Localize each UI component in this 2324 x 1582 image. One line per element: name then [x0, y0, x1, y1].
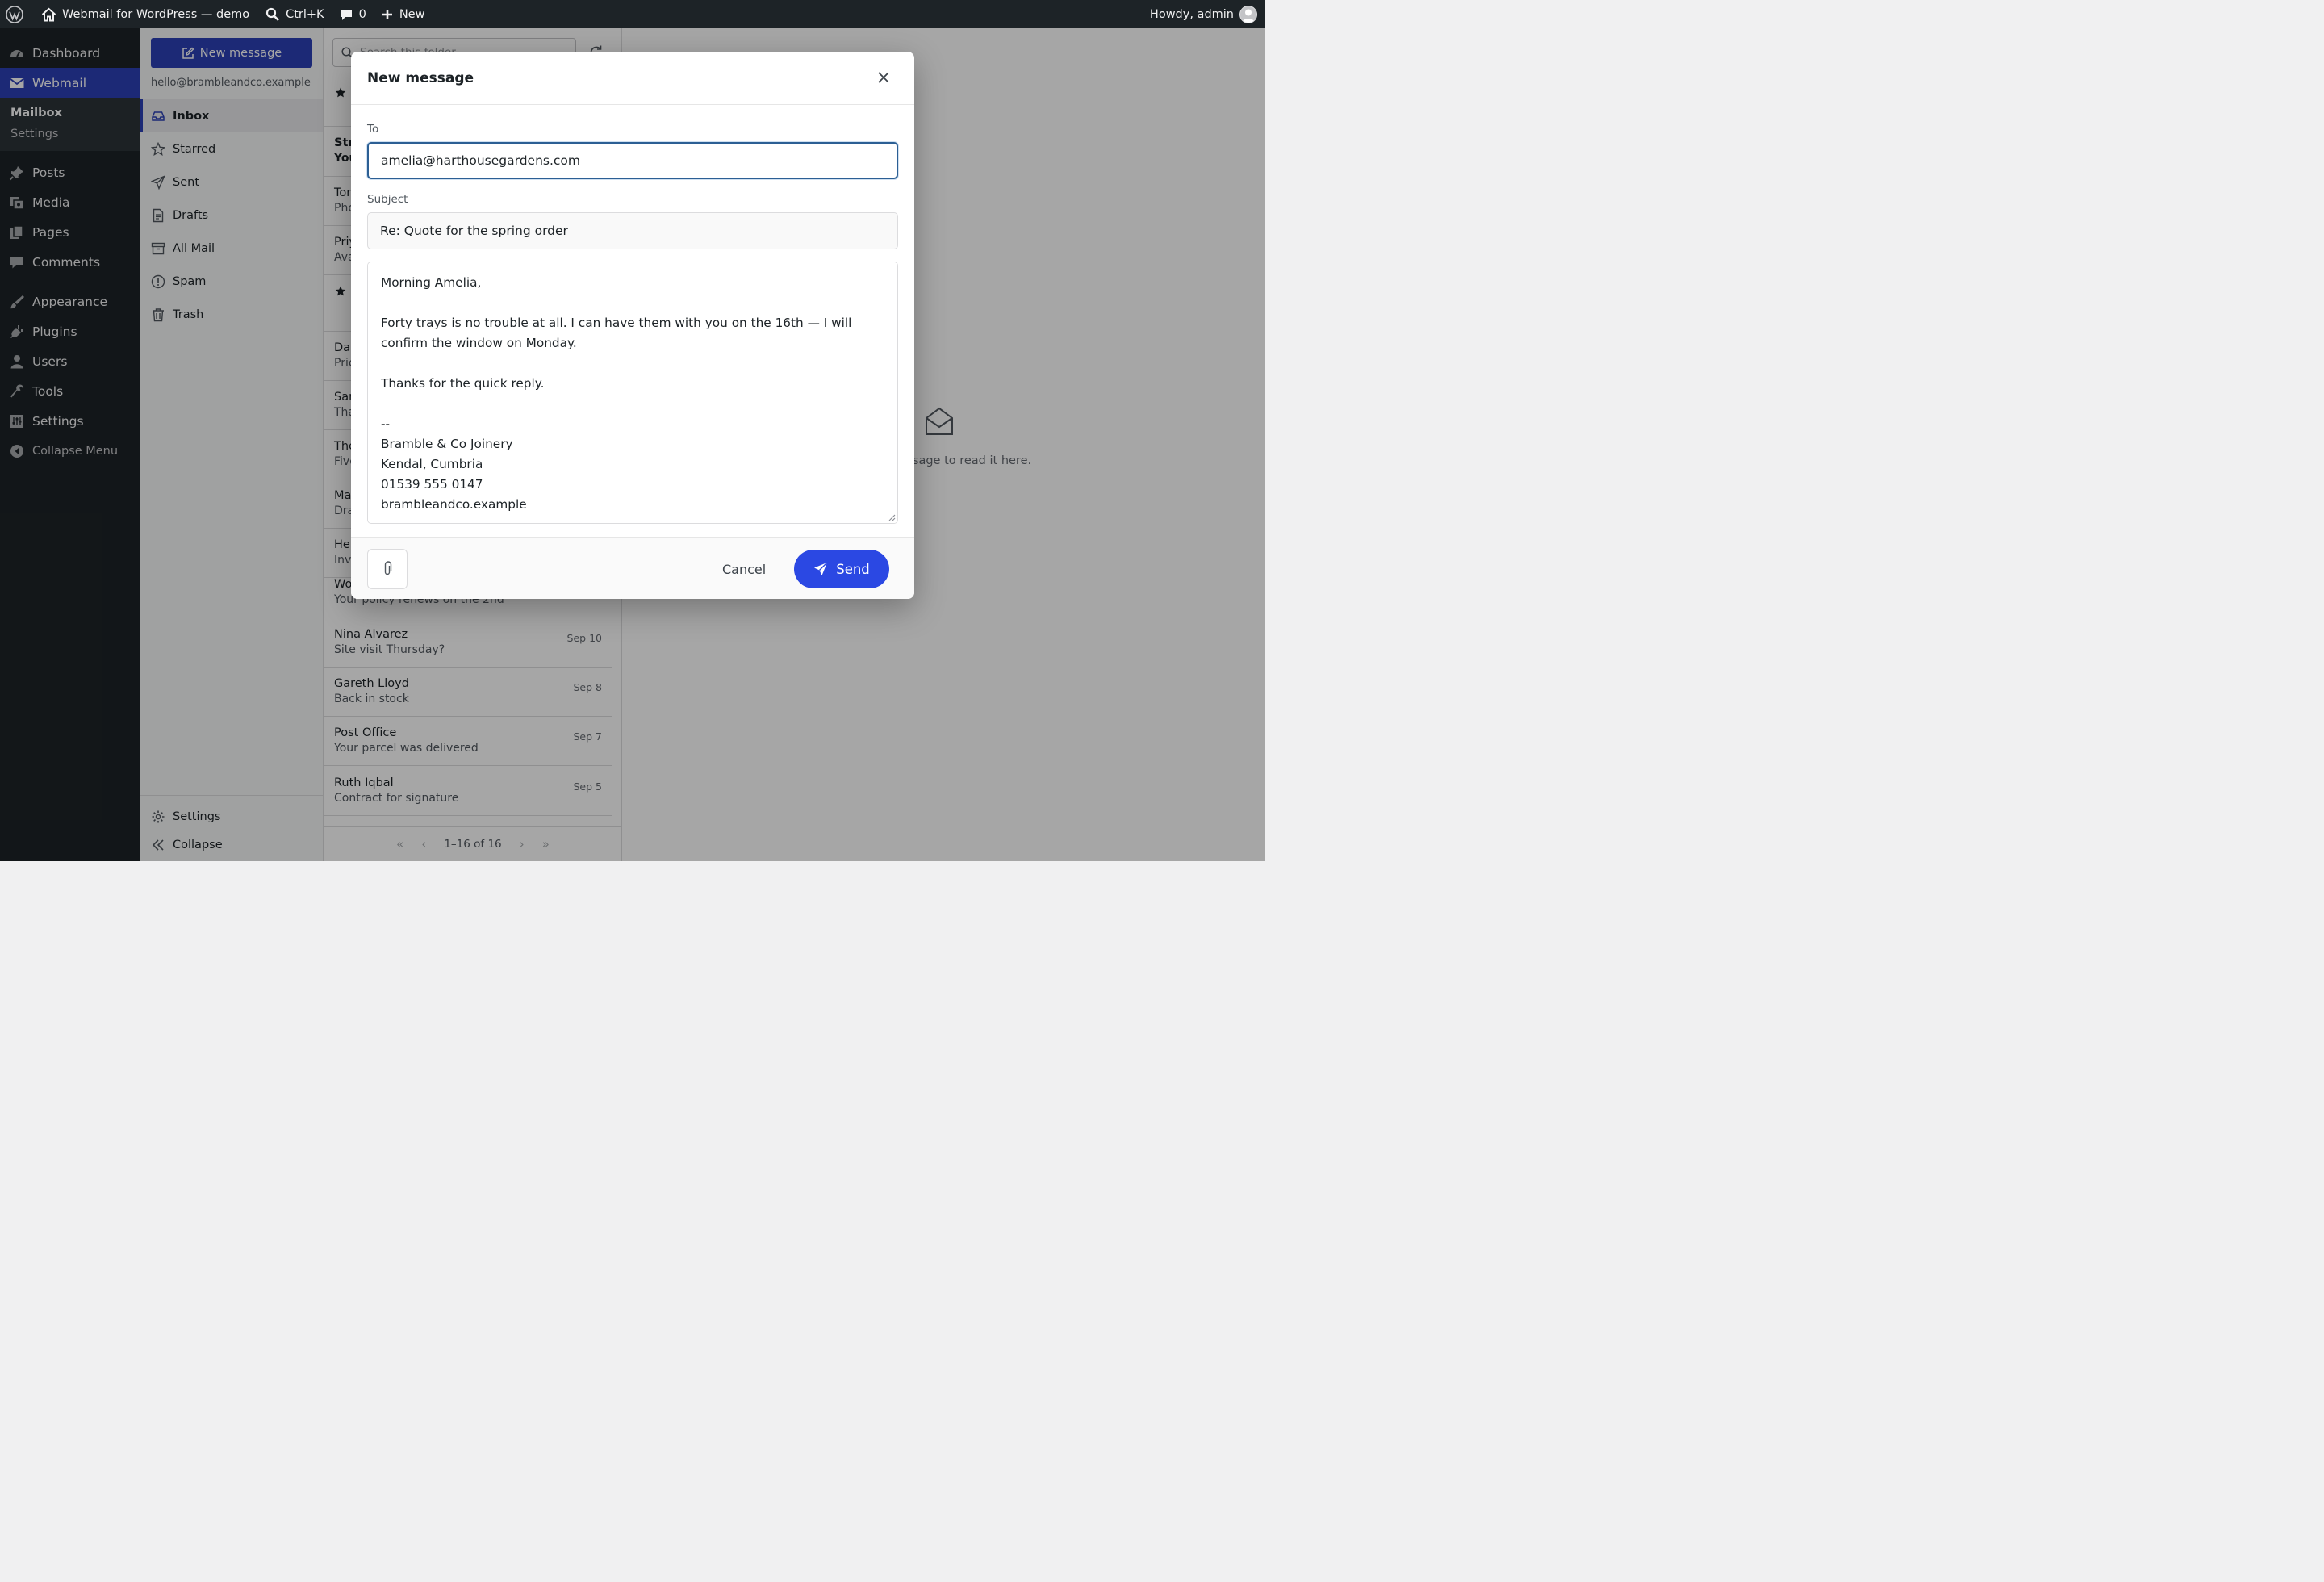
to-label: To	[367, 123, 379, 136]
greeting: Howdy, admin	[1149, 7, 1234, 21]
admin-bar: Webmail for WordPress — demo Ctrl+K 0 Ne…	[0, 0, 1265, 28]
message-body-field[interactable]: Morning Amelia, Forty trays is no troubl…	[367, 262, 898, 524]
dialog-footer: Cancel Send	[351, 537, 914, 599]
comment-icon	[340, 9, 352, 20]
plus-icon	[382, 9, 392, 19]
subject-field[interactable]	[367, 212, 898, 249]
resize-handle-icon[interactable]	[888, 513, 896, 521]
home-icon	[41, 7, 56, 21]
send-button[interactable]: Send	[794, 550, 889, 588]
search-shortcut: Ctrl+K	[286, 7, 324, 21]
to-field[interactable]	[367, 142, 898, 179]
attach-button[interactable]	[367, 549, 408, 589]
new-label: New	[399, 7, 425, 21]
dialog-header: New message	[351, 52, 914, 105]
user-avatar-icon	[1242, 9, 1255, 23]
avatar	[1239, 5, 1257, 23]
site-name-link[interactable]: Webmail for WordPress — demo	[35, 0, 256, 28]
comments-link[interactable]: 0	[332, 0, 373, 28]
close-icon[interactable]	[876, 69, 892, 86]
site-name: Webmail for WordPress — demo	[62, 7, 250, 21]
subject-label: Subject	[367, 193, 408, 206]
search-icon	[266, 7, 280, 21]
send-icon	[814, 562, 828, 575]
paperclip-icon	[384, 561, 392, 575]
wordpress-logo[interactable]	[0, 0, 30, 28]
my-account[interactable]: Howdy, admin	[1143, 0, 1265, 28]
new-content-link[interactable]: New	[374, 0, 432, 28]
cancel-button[interactable]: Cancel	[722, 557, 766, 581]
wordpress-icon	[6, 5, 23, 23]
command-search[interactable]: Ctrl+K	[259, 0, 330, 28]
send-label: Send	[836, 561, 870, 577]
compose-dialog: New message To Subject Morning Amelia, F…	[351, 52, 914, 599]
dialog-title: New message	[367, 69, 474, 86]
comments-count: 0	[358, 7, 366, 21]
